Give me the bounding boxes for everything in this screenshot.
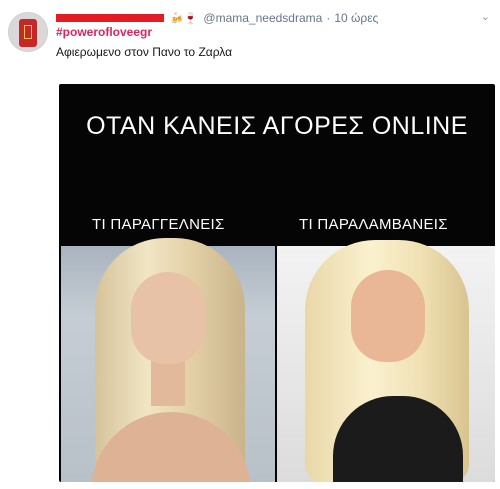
drink-emoji: 🍻🍷 [170, 12, 198, 25]
username-handle[interactable]: @mama_needsdrama [203, 11, 322, 25]
right-label: ΤΙ ΠΑΡΑΛΑΜΒΑΝΕΙΣ [299, 216, 448, 233]
tweet-image[interactable]: ΟΤΑΝ ΚΑΝΕΙΣ ΑΓΟΡΕΣ ONLINE ΤΙ ΠΑΡΑΓΓΕΛΝΕΙ… [59, 84, 495, 482]
avatar[interactable] [8, 12, 48, 52]
tweet-header: 🍻🍷 @mama_needsdrama · 10 ώρες [56, 10, 378, 26]
expected-image [61, 238, 275, 482]
separator-dot: · [326, 11, 331, 25]
left-label: ΤΙ ΠΑΡΑΓΓΕΛΝΕΙΣ [92, 216, 225, 233]
meme-title: ΟΤΑΝ ΚΑΝΕΙΣ ΑΓΟΡΕΣ ONLINE [86, 112, 468, 140]
received-image [277, 240, 495, 482]
timestamp[interactable]: 10 ώρες [334, 11, 378, 25]
tweet-text: Αφιερωμενο στον Πανο το Ζαρλα [56, 45, 233, 59]
tweet-card: 🍻🍷 @mama_needsdrama · 10 ώρες ⌄ #powerof… [0, 0, 500, 489]
phone-booth-icon [19, 19, 37, 47]
redacted-display-name[interactable] [56, 14, 164, 22]
hashtag-link[interactable]: #powerofloveegr [56, 25, 152, 39]
chevron-down-icon[interactable]: ⌄ [481, 10, 490, 23]
